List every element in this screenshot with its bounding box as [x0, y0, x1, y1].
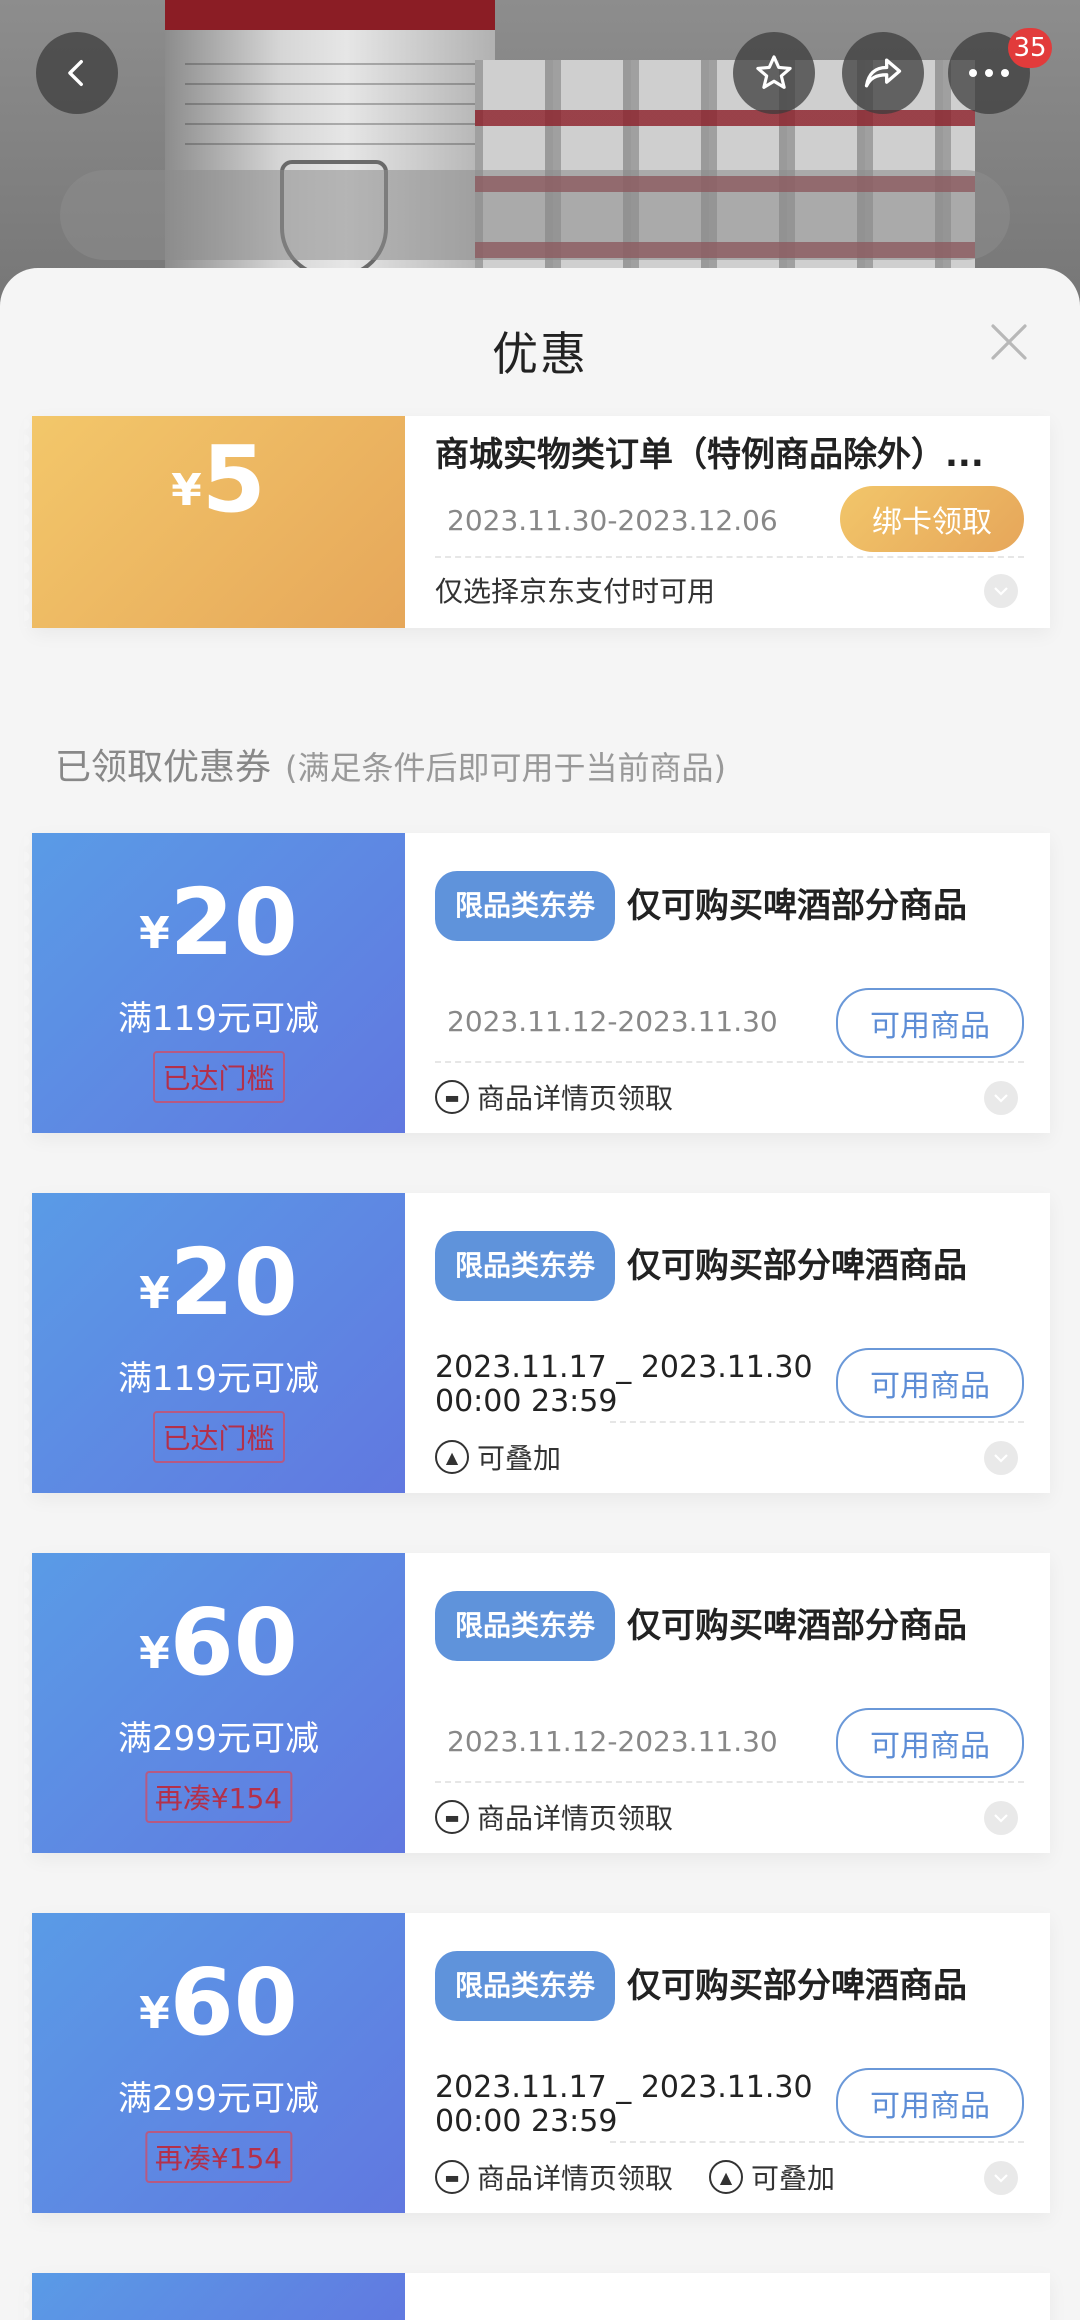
coupon-condition: 满299元可减 — [118, 2079, 319, 2119]
star-icon — [756, 55, 792, 89]
chevron-down-icon — [994, 1094, 1008, 1103]
coupon-card: ¥60 满299元可减 再凑¥154 限品类东券 仅可购买啤酒部分商品 2023.… — [24, 1553, 1050, 1853]
expand-button[interactable] — [984, 1441, 1018, 1475]
coupon-time-range: 00:00 23:59 — [435, 2104, 618, 2139]
coupon-date: 2023.11.17 _ 2023.11.30 00:00 23:59 — [435, 2071, 813, 2139]
stackable-label: 可叠加 — [477, 1442, 562, 1475]
promo-coupon-card: ¥5 商城实物类订单（特例商品除外）... 2023.11.30-2023.12… — [24, 416, 1050, 628]
coupon-title: 仅可购买部分啤酒商品 — [627, 1246, 968, 1286]
coupon-date: 2023.11.12-2023.11.30 — [447, 1725, 778, 1758]
claim-source: 商品详情页领取 — [477, 1802, 674, 1835]
coupon-footer: ▬ 商品详情页领取 ▲ 可叠加 — [435, 2157, 835, 2197]
expand-button[interactable] — [984, 1081, 1018, 1115]
coupon-value: ¥60 满299元可减 再凑¥154 — [24, 1913, 405, 2213]
ticket-icon: ▬ — [435, 2160, 469, 2194]
currency-symbol: ¥ — [139, 1628, 170, 1679]
coupon-date-range: 2023.11.17 _ 2023.11.30 — [435, 2070, 813, 2105]
coupon-title: 仅可购买部分啤酒商品 — [627, 1966, 968, 2006]
coupon-amount: 60 — [169, 1949, 298, 2056]
coupon-card: ¥20 满119元可减 已达门槛 限品类东券 仅可购买部分啤酒商品 2023.11… — [24, 1193, 1050, 1493]
section-subtitle: (满足条件后即可用于当前商品) — [285, 749, 726, 787]
chevron-down-icon — [994, 1454, 1008, 1463]
threshold-status: 再凑¥154 — [144, 2131, 293, 2183]
stackable-icon: ▲ — [435, 1440, 469, 1474]
coupon-footer: ▲ 可叠加 — [435, 1437, 561, 1477]
threshold-status: 再凑¥154 — [144, 1771, 293, 1823]
coupon-condition: 满119元可减 — [118, 999, 319, 1039]
available-products-button[interactable]: 可用商品 — [836, 1708, 1024, 1778]
coupon-type-tag: 限品类东券 — [435, 1231, 616, 1301]
coupon-type-tag: 限品类东券 — [435, 871, 616, 941]
expand-button[interactable] — [984, 574, 1018, 608]
coupon-title: 仅可购买啤酒部分商品 — [627, 1606, 968, 1646]
share-icon — [864, 58, 902, 88]
coupon-value: ¥60 满299元可减 再凑¥154 — [24, 1553, 405, 1853]
expand-button[interactable] — [984, 2161, 1018, 2195]
ticket-icon: ▬ — [435, 1080, 469, 1114]
coupon-value: ¥20 满119元可减 已达门槛 — [24, 1193, 405, 1493]
coupon-footer: ▬ 商品详情页领取 — [435, 1797, 673, 1837]
share-button[interactable] — [842, 32, 924, 114]
product-image-backdrop — [0, 0, 1080, 300]
coupon-type-tag: 限品类东券 — [435, 1951, 616, 2021]
coupon-sheet: 优惠 ¥5 商城实物类订单（特例商品除外）... 2023.11.30-2023… — [0, 268, 1080, 2320]
stackable-label: 可叠加 — [751, 2162, 836, 2195]
currency-symbol: ¥ — [139, 1268, 170, 1319]
coupon-amount: 20 — [169, 869, 298, 976]
chevron-down-icon — [994, 587, 1008, 596]
chevron-down-icon — [994, 1814, 1008, 1823]
more-dots-icon — [969, 69, 1009, 77]
threshold-status: 已达门槛 — [152, 1411, 285, 1463]
coupon-card: ¥60 满299元可减 再凑¥154 限品类东券 仅可购买部分啤酒商品 2023.… — [24, 1913, 1050, 2213]
chevron-left-icon — [68, 59, 83, 87]
coupon-condition: 满119元可减 — [118, 1359, 319, 1399]
claim-source: 商品详情页领取 — [477, 1082, 674, 1115]
coupon-date: 2023.11.17 _ 2023.11.30 00:00 23:59 — [435, 1351, 813, 1419]
sheet-title: 优惠 — [492, 327, 588, 381]
available-products-button[interactable]: 可用商品 — [836, 1348, 1024, 1418]
coupon-date: 2023.11.12-2023.11.30 — [447, 1005, 778, 1038]
coupon-type-tag: 限品类东券 — [435, 1591, 616, 1661]
threshold-status: 已达门槛 — [152, 1051, 285, 1103]
coupon-amount: 60 — [169, 1589, 298, 1696]
close-icon — [991, 324, 1027, 360]
coupon-footer: ▬ 商品详情页领取 — [435, 1077, 673, 1117]
promo-coupon-title: 商城实物类订单（特例商品除外）... — [435, 435, 984, 475]
coupon-amount: 5 — [201, 426, 266, 533]
expand-button[interactable] — [984, 1801, 1018, 1835]
cart-count-badge: 35 — [1008, 28, 1052, 68]
coupon-date-range: 2023.11.17 _ 2023.11.30 — [435, 1350, 813, 1385]
currency-symbol: ¥ — [139, 1988, 170, 2039]
currency-symbol: ¥ — [171, 465, 202, 516]
chevron-down-icon — [994, 2174, 1008, 2183]
promo-coupon-value: ¥5 — [24, 416, 405, 628]
back-button[interactable] — [36, 32, 118, 114]
close-button[interactable] — [985, 318, 1033, 366]
promo-coupon-date: 2023.11.30-2023.12.06 — [447, 504, 778, 537]
section-title: 已领取优惠券 — [55, 747, 272, 788]
claimed-coupons-heading: 已领取优惠券 (满足条件后即可用于当前商品) — [55, 738, 726, 790]
claim-source: 商品详情页领取 — [477, 2162, 674, 2195]
currency-symbol: ¥ — [139, 908, 170, 959]
search-bar-backdrop — [60, 170, 1010, 260]
coupon-value: ¥20 满119元可减 已达门槛 — [24, 833, 405, 1133]
coupon-time-range: 00:00 23:59 — [435, 1384, 618, 1419]
coupon-title: 仅可购买啤酒部分商品 — [627, 886, 968, 926]
coupon-value — [24, 2273, 405, 2320]
coupon-card-partial — [24, 2273, 1050, 2320]
favorite-button[interactable] — [733, 32, 815, 114]
coupon-amount: 20 — [169, 1229, 298, 1336]
available-products-button[interactable]: 可用商品 — [836, 2068, 1024, 2138]
coupon-card: ¥20 满119元可减 已达门槛 限品类东券 仅可购买啤酒部分商品 2023.11… — [24, 833, 1050, 1133]
ticket-icon: ▬ — [435, 1800, 469, 1834]
bind-card-claim-button[interactable]: 绑卡领取 — [840, 486, 1024, 552]
coupon-condition: 满299元可减 — [118, 1719, 319, 1759]
available-products-button[interactable]: 可用商品 — [836, 988, 1024, 1058]
stackable-icon: ▲ — [709, 2160, 744, 2194]
promo-coupon-note: 仅选择京东支付时可用 — [435, 575, 716, 608]
